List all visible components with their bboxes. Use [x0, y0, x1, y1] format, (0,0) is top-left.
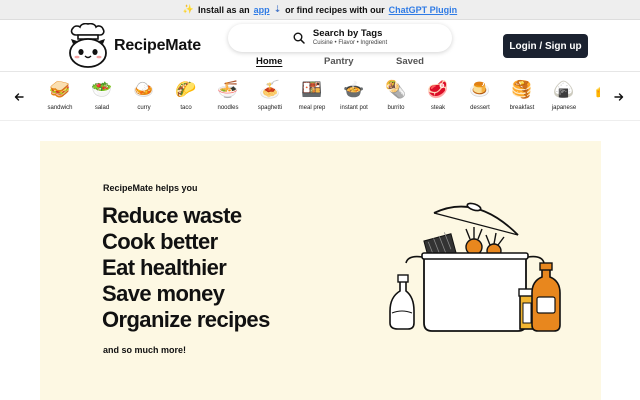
category-label: meal prep: [298, 105, 326, 111]
benefit-line: Eat healthier: [102, 255, 227, 280]
category-label: salad: [94, 105, 110, 111]
announcement-bar: ✨ Install as an app ⇣ or find recipes wi…: [0, 0, 640, 20]
category-emoji-icon: 🍲: [343, 80, 365, 100]
category-label: japanese: [551, 105, 577, 111]
category-emoji-icon: 🌯: [385, 80, 407, 100]
category-item[interactable]: 🥩 steak: [416, 79, 460, 119]
category-label: spaghetti: [257, 105, 283, 111]
category-label: dessert: [470, 105, 490, 111]
site-header: RecipeMate Search by Tags Cuisine • Flav…: [0, 20, 640, 72]
category-item[interactable]: 🍛 curry: [122, 79, 166, 119]
category-item[interactable]: 🥪 sandwich: [38, 79, 82, 119]
search-subtitle: Cuisine • Flavor • Ingredient: [312, 40, 388, 47]
cooking-pot-illustration: [389, 202, 561, 332]
app-link[interactable]: app: [254, 5, 270, 15]
category-label: taco: [180, 105, 192, 111]
category-label: noodles: [217, 105, 239, 111]
category-label: burrito: [387, 105, 405, 111]
category-item[interactable]: 🍝 spaghetti: [248, 79, 292, 119]
benefit-line: Organize recipes: [102, 307, 270, 332]
category-item[interactable]: 🍜 noodles: [206, 79, 250, 119]
category-item[interactable]: 🧀ch: [584, 79, 600, 119]
tab-pantry[interactable]: Pantry: [324, 56, 354, 67]
announcement-text-after: or find recipes with our: [285, 4, 385, 15]
arrow-right-icon: [614, 93, 624, 101]
hero-benefits: Reduce waste Cook better Eat healthier S…: [102, 203, 270, 333]
hero-more-text: and so much more!: [103, 345, 187, 355]
chatgpt-plugin-link[interactable]: ChatGPT Plugin: [389, 5, 458, 15]
tab-saved[interactable]: Saved: [396, 56, 424, 67]
scroll-left-button[interactable]: [11, 89, 27, 105]
category-label: instant pot: [340, 105, 368, 111]
search-title: Search by Tags: [312, 28, 383, 40]
scroll-right-button[interactable]: [611, 89, 627, 105]
announcement-text-before: Install as an: [198, 4, 250, 15]
category-emoji-icon: 🧀: [595, 79, 600, 103]
category-label: breakfast: [509, 105, 535, 111]
tab-home[interactable]: Home: [256, 56, 282, 67]
category-item[interactable]: 🌮 taco: [164, 79, 208, 119]
category-bar: 🥪 sandwich 🥗 salad 🍛 curry 🌮 taco 🍜 noodles 🍝 spagh…: [0, 73, 640, 121]
category-label: curry: [137, 105, 151, 111]
main-nav: Home Pantry Saved: [0, 56, 640, 72]
category-item[interactable]: 🍙 japanese: [542, 79, 586, 119]
brand-name: RecipeMate: [114, 37, 201, 54]
category-item[interactable]: 🍲 instant pot: [332, 79, 376, 119]
category-emoji-icon: 🍜: [217, 80, 239, 100]
category-list: 🥪 sandwich 🥗 salad 🍛 curry 🌮 taco 🍜 noodles 🍝 spagh…: [38, 73, 600, 121]
category-label: steak: [430, 105, 446, 111]
category-emoji-icon: 🥩: [427, 80, 449, 100]
arrow-left-icon: [14, 93, 24, 101]
category-item[interactable]: 🥗 salad: [80, 79, 124, 119]
category-item[interactable]: 🍱 meal prep: [290, 79, 334, 119]
benefit-line: Cook better: [102, 229, 218, 254]
category-emoji-icon: 🍝: [259, 80, 281, 100]
benefit-line: Save money: [102, 281, 225, 306]
category-item[interactable]: 🌯 burrito: [374, 79, 418, 119]
hero-section: RecipeMate helps you Reduce waste Cook b…: [40, 141, 601, 400]
category-emoji-icon: 🍮: [469, 80, 491, 100]
search-by-tags-button[interactable]: Search by Tags Cuisine • Flavor • Ingred…: [228, 24, 452, 52]
hero-kicker: RecipeMate helps you: [103, 183, 198, 193]
category-emoji-icon: 🌮: [175, 80, 197, 100]
category-emoji-icon: 🥞: [511, 80, 533, 100]
category-emoji-icon: 🍱: [301, 80, 323, 100]
login-signup-button[interactable]: Login / Sign up: [503, 34, 588, 58]
download-icon: ⇣: [273, 4, 282, 14]
category-label: sandwich: [47, 105, 73, 111]
category-emoji-icon: 🍛: [133, 80, 155, 100]
category-item[interactable]: 🍮 dessert: [458, 79, 502, 119]
category-emoji-icon: 🥪: [49, 80, 71, 100]
search-icon: [293, 32, 305, 44]
category-emoji-icon: 🍙: [553, 80, 575, 100]
sparkle-icon: ✨: [182, 4, 195, 14]
category-emoji-icon: 🥗: [91, 80, 113, 100]
category-item[interactable]: 🥞 breakfast: [500, 79, 544, 119]
benefit-line: Reduce waste: [102, 203, 242, 228]
